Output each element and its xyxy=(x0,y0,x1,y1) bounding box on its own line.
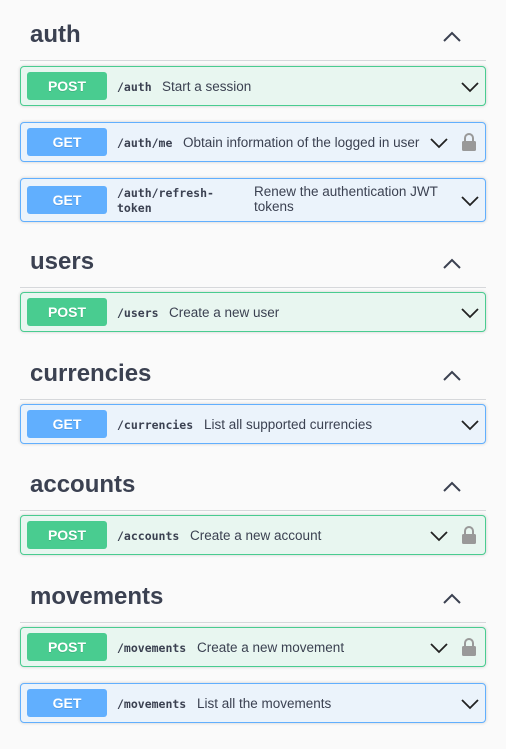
lock-icon[interactable] xyxy=(461,132,477,152)
operation-description: Create a new movement xyxy=(197,640,345,655)
method-badge: GET xyxy=(27,128,107,156)
operation-path: /auth/refresh-token xyxy=(117,186,237,216)
operation-description: Start a session xyxy=(162,79,252,94)
method-badge: POST xyxy=(27,521,107,549)
chevron-down-icon[interactable] xyxy=(461,81,479,93)
chevron-up-icon[interactable] xyxy=(442,257,462,269)
method-badge: GET xyxy=(27,689,107,717)
section-accounts: accounts xyxy=(20,462,486,511)
operation-description: List all the movements xyxy=(197,696,332,711)
chevron-down-icon[interactable] xyxy=(461,195,479,207)
operation-get-auth-refresh-token[interactable]: GET /auth/refresh-token Renew the authen… xyxy=(20,178,486,222)
section-header-movements[interactable]: movements xyxy=(20,574,486,623)
section-title: movements xyxy=(30,583,164,610)
section-auth: auth xyxy=(20,12,486,61)
chevron-down-icon[interactable] xyxy=(430,137,448,149)
path-line: /auth/refresh- xyxy=(117,186,214,200)
chevron-up-icon[interactable] xyxy=(442,30,462,42)
chevron-down-icon[interactable] xyxy=(430,642,448,654)
section-title: accounts xyxy=(30,471,136,498)
chevron-up-icon[interactable] xyxy=(442,480,462,492)
operation-path: /auth/me xyxy=(117,136,173,150)
section-users: users xyxy=(20,239,486,288)
chevron-down-icon[interactable] xyxy=(461,419,479,431)
operation-post-movements[interactable]: POST /movements Create a new movement xyxy=(20,627,486,667)
operation-path: /auth xyxy=(117,80,152,94)
chevron-down-icon[interactable] xyxy=(461,307,479,319)
operation-path: /currencies xyxy=(117,418,194,432)
operation-get-currencies[interactable]: GET /currencies List all supported curre… xyxy=(20,404,486,444)
path-line: token xyxy=(117,201,152,215)
operation-post-users[interactable]: POST /users Create a new user xyxy=(20,292,486,332)
chevron-up-icon[interactable] xyxy=(442,369,462,381)
lock-icon[interactable] xyxy=(461,637,477,657)
section-header-accounts[interactable]: accounts xyxy=(20,462,486,511)
swagger-operations-list: auth POST /auth Start a session GET /aut… xyxy=(0,0,506,749)
operation-post-auth[interactable]: POST /auth Start a session xyxy=(20,66,486,106)
section-header-users[interactable]: users xyxy=(20,239,486,288)
method-badge: POST xyxy=(27,633,107,661)
operation-description: Create a new account xyxy=(190,528,322,543)
section-title: currencies xyxy=(30,360,152,387)
operation-description: Create a new user xyxy=(169,305,280,320)
chevron-down-icon[interactable] xyxy=(461,698,479,710)
section-movements: movements xyxy=(20,574,486,623)
operation-path: /movements xyxy=(117,697,187,711)
method-badge: GET xyxy=(27,186,107,214)
method-badge: POST xyxy=(27,72,107,100)
section-title: auth xyxy=(30,21,81,48)
operation-path: /movements xyxy=(117,641,187,655)
operation-description: Renew the authentication JWT tokens xyxy=(254,184,444,214)
operation-description: List all supported currencies xyxy=(204,417,373,432)
description-line: tokens xyxy=(254,199,294,214)
chevron-down-icon[interactable] xyxy=(430,530,448,542)
operation-path: /accounts xyxy=(117,529,180,543)
method-badge: POST xyxy=(27,298,107,326)
operation-get-movements[interactable]: GET /movements List all the movements xyxy=(20,683,486,723)
section-currencies: currencies xyxy=(20,351,486,400)
section-title: users xyxy=(30,248,95,275)
section-header-currencies[interactable]: currencies xyxy=(20,351,486,400)
operation-get-auth-me[interactable]: GET /auth/me Obtain information of the l… xyxy=(20,122,486,162)
method-badge: GET xyxy=(27,410,107,438)
operation-description: Obtain information of the logged in user xyxy=(183,135,420,150)
chevron-up-icon[interactable] xyxy=(442,592,462,604)
description-line: Renew the authentication JWT xyxy=(254,184,438,199)
operation-post-accounts[interactable]: POST /accounts Create a new account xyxy=(20,515,486,555)
section-header-auth[interactable]: auth xyxy=(20,12,486,61)
lock-icon[interactable] xyxy=(461,525,477,545)
operation-path: /users xyxy=(117,306,159,320)
